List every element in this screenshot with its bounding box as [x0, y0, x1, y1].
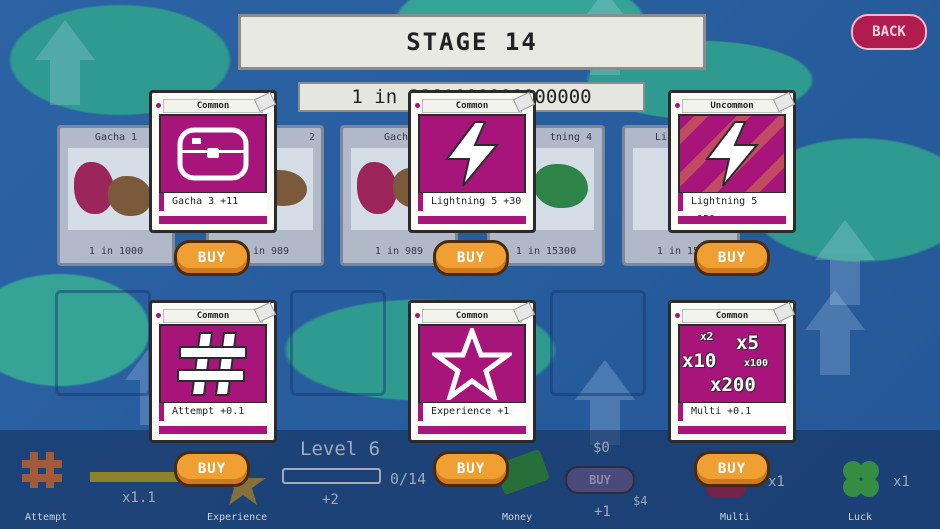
- card-strip: [159, 216, 267, 224]
- card-strip: [678, 216, 786, 224]
- card-dot: [675, 313, 680, 318]
- money-gain: +1: [594, 504, 611, 520]
- shop-card[interactable]: Common Lightning 5 +30: [408, 90, 536, 233]
- buy-button[interactable]: BUY: [433, 451, 509, 487]
- hash-icon: [177, 332, 247, 396]
- card-strip: [678, 426, 786, 434]
- luck-value: x1: [893, 474, 910, 490]
- experience-level: Level 6: [300, 438, 381, 460]
- card-rarity: Common: [422, 99, 522, 113]
- hash-icon: [22, 452, 62, 488]
- back-button[interactable]: BACK: [851, 14, 927, 50]
- card-picture: [159, 114, 267, 194]
- buy-button[interactable]: BUY: [174, 240, 250, 276]
- card-rarity: Uncommon: [682, 99, 782, 113]
- shop-card[interactable]: Common Attempt +0.1: [149, 300, 277, 443]
- lightning-icon: [704, 121, 760, 187]
- shop-card[interactable]: Common Gacha 3 +11: [149, 90, 277, 233]
- card-picture: x2 x5 x10 x100 x200: [678, 324, 786, 404]
- background-panel: [550, 290, 646, 396]
- card-rarity: Common: [163, 309, 263, 323]
- star-icon: [432, 328, 512, 400]
- clover-icon: [843, 461, 879, 497]
- lightning-icon: [444, 121, 500, 187]
- card-dot: [156, 313, 161, 318]
- background-arrow-icon: [790, 290, 900, 400]
- money-buy-button[interactable]: BUY: [565, 466, 635, 494]
- card-dot: [156, 103, 161, 108]
- card-strip: [418, 216, 526, 224]
- shop-card[interactable]: Uncommon Lightning 5 +150: [668, 90, 796, 233]
- card-rarity: Common: [682, 309, 782, 323]
- experience-gain: +2: [322, 492, 339, 508]
- buy-button[interactable]: BUY: [433, 240, 509, 276]
- attempt-value: x1.1: [122, 490, 156, 506]
- card-label: Attempt +0.1: [159, 403, 267, 421]
- money-cost: $4: [633, 494, 648, 508]
- card-strip: [418, 426, 526, 434]
- money-label: Money: [502, 512, 533, 523]
- card-label: Multi +0.1: [678, 403, 786, 421]
- buy-button[interactable]: BUY: [174, 451, 250, 487]
- buy-button[interactable]: BUY: [694, 451, 770, 487]
- card-rarity: Common: [422, 309, 522, 323]
- experience-label: Experience: [207, 512, 268, 523]
- background-panel: [55, 290, 151, 396]
- chest-icon: [177, 127, 249, 181]
- multiplier-text: x200: [710, 374, 756, 396]
- buy-button[interactable]: BUY: [694, 240, 770, 276]
- card-label: Lightning 5 +30: [418, 193, 526, 211]
- multiplier-text: x10: [682, 350, 717, 372]
- shop-card[interactable]: Common Experience +1: [408, 300, 536, 443]
- stage-title: STAGE 14: [238, 14, 706, 70]
- multiplier-icon: x2 x5 x10 x100 x200: [680, 326, 784, 402]
- background-arrow-icon: [20, 20, 110, 110]
- background-card-odds: 1 in 1000: [88, 246, 144, 257]
- luck-label: Luck: [848, 512, 873, 523]
- card-picture: [418, 324, 526, 404]
- background-panel: [290, 290, 386, 396]
- card-dot: [415, 313, 420, 318]
- multiplier-text: x5: [736, 332, 759, 354]
- card-picture: [159, 324, 267, 404]
- card-dot: [415, 103, 420, 108]
- card-picture: [418, 114, 526, 194]
- card-label: Gacha 3 +11: [159, 193, 267, 211]
- card-dot: [675, 103, 680, 108]
- multiplier-text: x100: [744, 358, 769, 369]
- multi-label: Multi: [720, 512, 751, 523]
- multiplier-text: x2: [700, 330, 714, 343]
- card-label: Lightning 5 +150: [678, 193, 786, 225]
- card-rarity: Common: [163, 99, 263, 113]
- money-amount: $0: [593, 440, 610, 456]
- card-picture: [678, 114, 786, 194]
- experience-progress-bar: [282, 468, 381, 484]
- attempt-label: Attempt: [25, 512, 68, 523]
- experience-progress: 0/14: [390, 470, 427, 488]
- multi-value: x1: [768, 474, 785, 490]
- card-label: Experience +1: [418, 403, 526, 421]
- card-strip: [159, 426, 267, 434]
- shop-card[interactable]: Common x2 x5 x10 x100 x200 Multi +0.1: [668, 300, 796, 443]
